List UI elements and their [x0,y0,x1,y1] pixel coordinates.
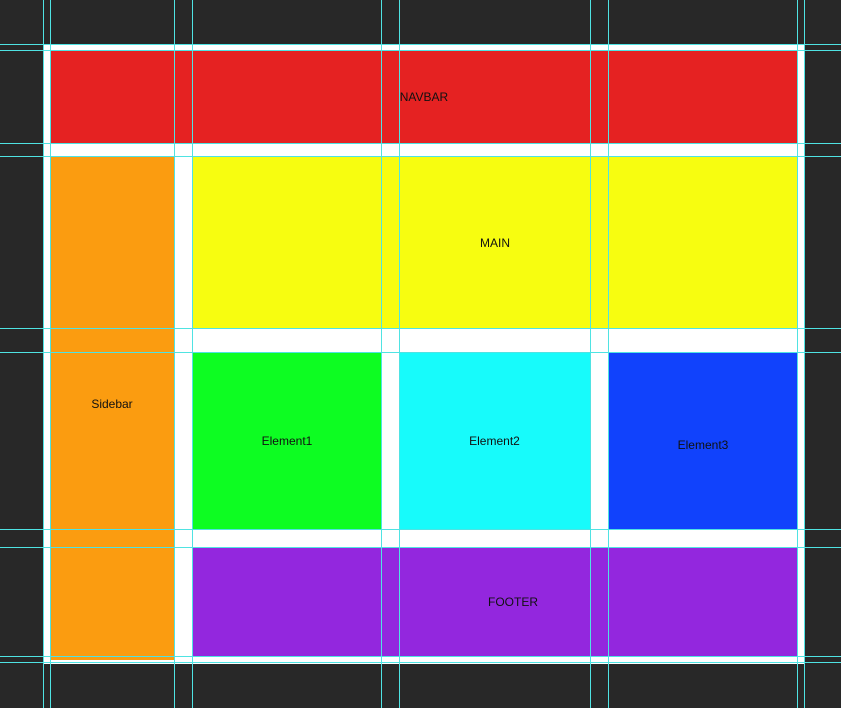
design-stage: NAVBAR Sidebar MAIN Element1 Element2 El… [0,0,841,708]
element2-region: Element2 [399,352,590,529]
navbar-label: NAVBAR [399,90,449,104]
element3-region: Element3 [608,352,798,529]
element3-label: Element3 [677,437,729,452]
sidebar-label: Sidebar [91,396,133,411]
element1-label: Element1 [261,433,313,448]
main-label: MAIN [480,235,510,250]
footer-region: FOOTER [192,547,798,657]
sidebar-region: Sidebar [50,157,174,660]
navbar-region: NAVBAR [50,51,798,143]
element1-region: Element1 [192,352,382,529]
element2-label: Element2 [469,433,520,448]
footer-label: FOOTER [488,595,538,609]
main-region: MAIN [192,157,798,328]
